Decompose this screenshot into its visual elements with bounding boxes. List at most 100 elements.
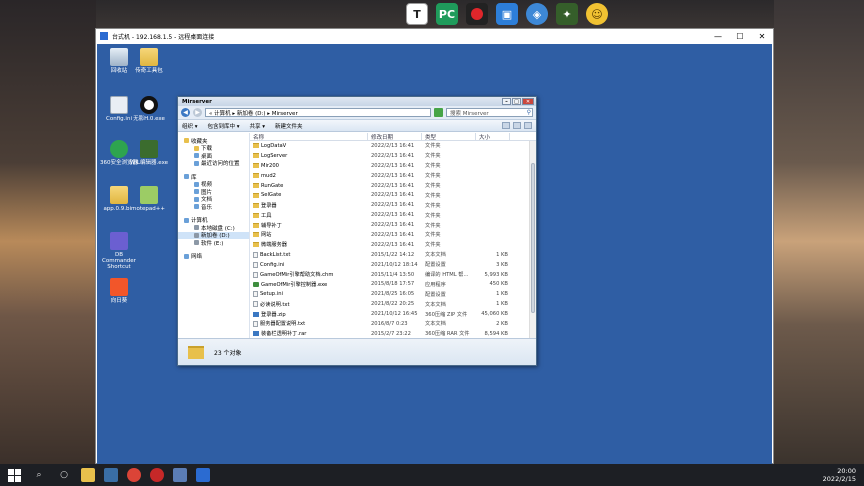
- table-row[interactable]: mud2 2022/2/13 16:41 文件夹: [250, 171, 536, 181]
- library-icon: [184, 174, 189, 180]
- column-size[interactable]: 大小: [476, 133, 510, 141]
- nav-item-drive[interactable]: 软件 (E:): [178, 239, 249, 247]
- taskbar-remote-desktop-icon[interactable]: [196, 468, 210, 482]
- table-row[interactable]: GameOfMir引擎控制器.exe 2015/8/18 17:57 应用程序 450…: [250, 279, 536, 289]
- view-options-icon[interactable]: [502, 122, 510, 129]
- smiley-app-icon[interactable]: ☺: [586, 3, 608, 25]
- scrollbar-thumb[interactable]: [531, 163, 535, 313]
- nav-item-label: 网络: [191, 254, 203, 261]
- file-name-cell: 登录器: [250, 202, 368, 209]
- table-row[interactable]: GameOfMir引擎帮助文档.chm 2015/11/4 13:50 编译的 HT…: [250, 270, 536, 280]
- desktop-icon-sunflower[interactable]: 向日葵: [99, 278, 139, 304]
- table-row[interactable]: 服务器配置说明.txt 2016/8/7 0:23 文本文档 2 KB: [250, 319, 536, 329]
- file-date: 2022/2/13 16:41: [371, 202, 415, 209]
- nav-item-label: 音乐: [201, 204, 213, 211]
- file-type: 文本文档: [425, 321, 446, 328]
- new-folder-button[interactable]: 新建文件夹: [275, 122, 303, 130]
- back-button[interactable]: ◀: [181, 108, 190, 117]
- table-row[interactable]: Setup.ini 2021/8/25 16:05 配置设置 1 KB: [250, 289, 536, 299]
- table-row[interactable]: RunGate 2022/2/13 16:41 文件夹: [250, 181, 536, 191]
- table-row[interactable]: 登录器.zip 2021/10/12 16:45 360压缩 ZIP 文件 45,06…: [250, 309, 536, 319]
- file-type: 编译的 HTML 帮...: [425, 272, 469, 279]
- table-row[interactable]: 登录器 2022/2/13 16:41 文件夹: [250, 200, 536, 210]
- file-size: 8,594 KB: [484, 330, 508, 337]
- table-row[interactable]: 必读说明.txt 2021/8/22 20:25 文本文档 1 KB: [250, 299, 536, 309]
- table-row[interactable]: Config.ini 2021/10/12 18:14 配置设置 3 KB: [250, 260, 536, 270]
- pinned-app-icon[interactable]: ✦: [556, 3, 578, 25]
- table-row[interactable]: LogServer 2022/2/13 16:41 文件夹: [250, 151, 536, 161]
- search-icon[interactable]: ⌕: [31, 467, 47, 483]
- table-row[interactable]: 微端服务器 2022/2/13 16:41 文件夹: [250, 240, 536, 250]
- record-app-icon[interactable]: [466, 3, 488, 25]
- refresh-icon[interactable]: [434, 108, 443, 117]
- desktop-icon-db-commander[interactable]: DB Commander Shortcut: [99, 232, 139, 270]
- file-date: 2021/10/12 18:14: [371, 261, 418, 268]
- desktop-icon-wuying[interactable]: 无影H.0.exe: [129, 96, 169, 122]
- nav-item-library[interactable]: 库: [178, 173, 249, 181]
- file-name: Setup.ini: [260, 291, 283, 298]
- nav-item-recent[interactable]: 最近访问的位置: [178, 160, 249, 167]
- taskbar-record-icon[interactable]: [150, 468, 164, 482]
- organize-button[interactable]: 组织 ▾: [182, 122, 198, 130]
- explorer-close-button[interactable]: ✕: [522, 98, 534, 105]
- file-name-cell: GameOfMir引擎帮助文档.chm: [250, 271, 368, 278]
- column-date[interactable]: 修改日期: [368, 133, 422, 141]
- include-in-library-button[interactable]: 包含到库中 ▾: [208, 122, 240, 130]
- rdp-minimize-button[interactable]: —: [707, 29, 729, 43]
- share-button[interactable]: 共享 ▾: [250, 122, 266, 130]
- explorer-title-bar: Mirserver – □ ✕: [178, 97, 536, 106]
- nav-item-picture[interactable]: 图片: [178, 188, 249, 196]
- taskbar-clock[interactable]: 20:00 2022/2/15: [823, 467, 856, 483]
- typora-app-icon[interactable]: T: [406, 3, 428, 25]
- nav-item-label: 软件 (E:): [201, 240, 224, 247]
- help-icon[interactable]: [524, 122, 532, 129]
- table-row[interactable]: 装备栏透明补丁.rar 2015/2/7 23:22 360压缩 RAR 文件 8,5…: [250, 329, 536, 338]
- column-name[interactable]: 名称: [250, 133, 368, 141]
- folder-icon: [253, 163, 259, 169]
- desktop-icon-wil-editor[interactable]: WIL编辑器.exe: [129, 140, 169, 166]
- nav-item-folder[interactable]: 下载: [178, 145, 249, 152]
- rdp-maximize-button[interactable]: ☐: [729, 29, 751, 43]
- taskbar-app-icon[interactable]: [104, 468, 118, 482]
- file-size: 45,060 KB: [481, 311, 508, 318]
- nav-item-network[interactable]: 网络: [178, 253, 249, 261]
- task-view-icon[interactable]: ○: [56, 467, 72, 483]
- table-row[interactable]: Mir200 2022/2/13 16:41 文件夹: [250, 161, 536, 171]
- explorer-maximize-button[interactable]: □: [512, 98, 521, 105]
- yin-yang-icon: [140, 96, 158, 114]
- settings-file-icon: [110, 96, 128, 114]
- table-row[interactable]: 网站 2022/2/13 16:41 文件夹: [250, 230, 536, 240]
- taskbar-explorer-icon[interactable]: [173, 468, 187, 482]
- rdp-close-button[interactable]: ✕: [751, 29, 773, 43]
- table-row[interactable]: 工具 2022/2/13 16:41 文件夹: [250, 210, 536, 220]
- taskbar-file-explorer-icon[interactable]: [81, 468, 95, 482]
- table-row[interactable]: LogDataV 2022/2/13 16:41 文件夹: [250, 141, 536, 151]
- nav-item-music[interactable]: 音乐: [178, 203, 249, 211]
- table-row[interactable]: SelGate 2022/2/13 16:41 文件夹: [250, 190, 536, 200]
- forward-button[interactable]: ▶: [193, 108, 202, 117]
- nav-item-star[interactable]: 收藏夹: [178, 137, 249, 145]
- desktop-icon-toolkit[interactable]: 传奇工具包: [129, 48, 169, 74]
- object-count: 23 个对象: [214, 349, 242, 357]
- preview-pane-icon[interactable]: [513, 122, 521, 129]
- file-type: 文件夹: [425, 173, 441, 180]
- nav-item-label: 库: [191, 174, 197, 181]
- network-app-icon[interactable]: ◈: [526, 3, 548, 25]
- pycharm-app-icon[interactable]: PC: [436, 3, 458, 25]
- breadcrumb[interactable]: « 计算机 ▸ 新加卷 (D:) ▸ Mirserver: [205, 108, 431, 117]
- table-row[interactable]: BackList.txt 2015/1/22 14:12 文本文档 1 KB: [250, 250, 536, 260]
- search-input[interactable]: 搜索 Mirserver ⚲: [446, 108, 533, 117]
- column-type[interactable]: 类型: [422, 133, 476, 141]
- table-row[interactable]: 辅导补丁 2022/2/13 16:41 文件夹: [250, 220, 536, 230]
- save-app-icon[interactable]: ▣: [496, 3, 518, 25]
- host-wallpaper-left: [0, 0, 96, 464]
- file-name-cell: LogDataV: [250, 143, 368, 149]
- nav-item-video[interactable]: 视频: [178, 181, 249, 188]
- nav-item-document[interactable]: 文档: [178, 196, 249, 203]
- desktop-icon-notepad-plus[interactable]: notepad++: [129, 186, 169, 212]
- navigation-pane: 收藏夹 下载 桌面 最近访问的位置库视频 图片 文档 音乐 计算机 本地磁盘 (C:) 新加卷 (…: [178, 133, 250, 338]
- taskbar-chrome-icon[interactable]: [127, 468, 141, 482]
- explorer-minimize-button[interactable]: –: [502, 98, 511, 105]
- vertical-scrollbar[interactable]: [529, 141, 536, 338]
- start-button[interactable]: [6, 467, 22, 483]
